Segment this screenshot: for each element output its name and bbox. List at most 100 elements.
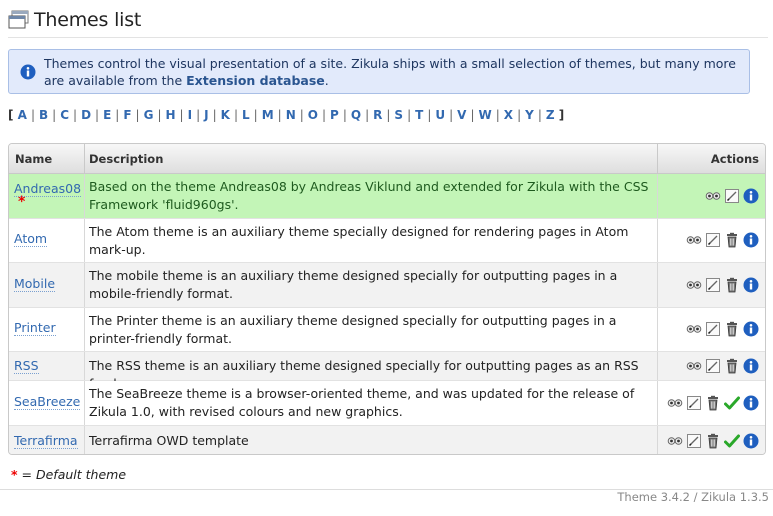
set-default-check-icon[interactable]	[724, 433, 740, 449]
extension-database-link[interactable]: Extension database	[186, 73, 325, 88]
alphabet-separator: |	[73, 108, 78, 122]
delete-icon[interactable]	[724, 358, 740, 374]
letter-link-p[interactable]: P	[330, 108, 339, 122]
theme-description: The mobile theme is an auxiliary theme d…	[89, 268, 618, 301]
letter-link-c[interactable]: C	[60, 108, 69, 122]
letter-link-b[interactable]: B	[39, 108, 48, 122]
table-row: Atom The Atom theme is an auxiliary theme…	[9, 219, 765, 263]
delete-icon[interactable]	[705, 433, 721, 449]
column-divider	[657, 426, 658, 454]
info-icon[interactable]	[743, 232, 759, 248]
edit-icon[interactable]	[705, 232, 721, 248]
column-divider	[657, 144, 658, 173]
theme-name-link[interactable]: Atom	[14, 231, 48, 247]
preview-icon[interactable]	[686, 321, 702, 337]
column-divider	[84, 174, 85, 218]
info-icon[interactable]	[743, 358, 759, 374]
info-icon[interactable]	[743, 321, 759, 337]
theme-description: The SeaBreeze theme is a browser-oriente…	[89, 386, 635, 419]
edit-icon[interactable]	[686, 433, 702, 449]
table-row: Mobile The mobile theme is an auxiliary t…	[9, 263, 765, 308]
delete-icon[interactable]	[724, 232, 740, 248]
letter-link-j[interactable]: J	[204, 108, 208, 122]
letter-link-n[interactable]: N	[286, 108, 296, 122]
alphabet-separator: |	[407, 108, 412, 122]
alphabet-separator: |	[365, 108, 370, 122]
theme-name-link[interactable]: Terrafirma	[14, 433, 78, 449]
theme-name-link[interactable]: RSS	[14, 358, 39, 374]
letter-link-u[interactable]: U	[435, 108, 445, 122]
alphabet-separator: |	[115, 108, 120, 122]
alphabet-filter: [ A | B | C | D | E | F | G | H | I | J | K | L | M | N | O | P | Q | R | S |…	[8, 108, 564, 122]
preview-icon[interactable]	[686, 358, 702, 374]
edit-icon[interactable]	[724, 188, 740, 204]
version-text: Theme 3.4.2 / Zikula 1.3.5	[617, 490, 769, 504]
letter-link-s[interactable]: S	[394, 108, 403, 122]
info-icon[interactable]	[743, 277, 759, 293]
edit-icon[interactable]	[705, 321, 721, 337]
alphabet-separator: |	[495, 108, 500, 122]
letter-link-a[interactable]: A	[18, 108, 27, 122]
edit-icon[interactable]	[705, 277, 721, 293]
column-divider	[84, 263, 85, 307]
letter-link-d[interactable]: D	[81, 108, 91, 122]
table-row: Terrafirma Terrafirma OWD template	[9, 426, 765, 454]
preview-icon[interactable]	[686, 232, 702, 248]
column-divider	[657, 263, 658, 307]
letter-link-f[interactable]: F	[123, 108, 131, 122]
alphabet-separator: |	[135, 108, 140, 122]
theme-name-link[interactable]: Printer	[14, 320, 56, 336]
letter-link-m[interactable]: M	[262, 108, 274, 122]
alphabet-separator: |	[179, 108, 184, 122]
edit-icon[interactable]	[686, 395, 702, 411]
letter-link-h[interactable]: H	[166, 108, 176, 122]
alphabet-separator: |	[157, 108, 162, 122]
letter-link-l[interactable]: L	[242, 108, 250, 122]
alphabet-separator: |	[30, 108, 36, 122]
preview-icon[interactable]	[667, 395, 683, 411]
set-default-check-icon[interactable]	[724, 395, 740, 411]
letter-link-q[interactable]: Q	[351, 108, 361, 122]
column-divider	[84, 219, 85, 262]
info-text: Themes control the visual presentation o…	[44, 56, 736, 88]
preview-icon[interactable]	[686, 277, 702, 293]
letter-link-k[interactable]: K	[221, 108, 230, 122]
edit-icon[interactable]	[705, 358, 721, 374]
letter-link-r[interactable]: R	[373, 108, 382, 122]
alphabet-separator: |	[386, 108, 391, 122]
info-icon[interactable]	[743, 188, 759, 204]
column-divider	[657, 381, 658, 425]
row-actions	[686, 358, 759, 374]
preview-icon[interactable]	[705, 188, 721, 204]
default-theme-legend: * = Default theme	[11, 467, 127, 482]
delete-icon[interactable]	[724, 321, 740, 337]
letter-link-o[interactable]: O	[308, 108, 318, 122]
alphabet-separator: |	[277, 108, 282, 122]
row-actions	[686, 277, 759, 293]
page-title: Themes list	[34, 9, 142, 31]
letter-link-w[interactable]: W	[479, 108, 492, 122]
default-marker: *	[18, 194, 26, 210]
column-divider	[84, 426, 85, 454]
table-row: RSS The RSS theme is an auxiliary theme d…	[9, 352, 765, 391]
letter-link-z[interactable]: Z	[546, 108, 555, 122]
theme-name-link[interactable]: Mobile	[14, 276, 56, 292]
preview-icon[interactable]	[667, 433, 683, 449]
info-icon[interactable]	[743, 433, 759, 449]
theme-name-link[interactable]: SeaBreeze	[14, 394, 81, 410]
alphabet-separator: |	[321, 108, 327, 122]
delete-icon[interactable]	[724, 277, 740, 293]
table-header: Name Description Actions	[9, 144, 765, 174]
letter-link-x[interactable]: X	[504, 108, 513, 122]
row-actions	[705, 188, 759, 204]
info-icon[interactable]	[743, 395, 759, 411]
row-actions	[686, 232, 759, 248]
header-description: Description	[89, 152, 164, 166]
column-divider	[84, 352, 85, 380]
info-box: Themes control the visual presentation o…	[8, 49, 750, 94]
letter-link-y[interactable]: Y	[525, 108, 534, 122]
alphabet-separator: |	[212, 108, 217, 122]
delete-icon[interactable]	[705, 395, 721, 411]
letter-link-g[interactable]: G	[144, 108, 154, 122]
alphabet-separator: |	[517, 108, 522, 122]
